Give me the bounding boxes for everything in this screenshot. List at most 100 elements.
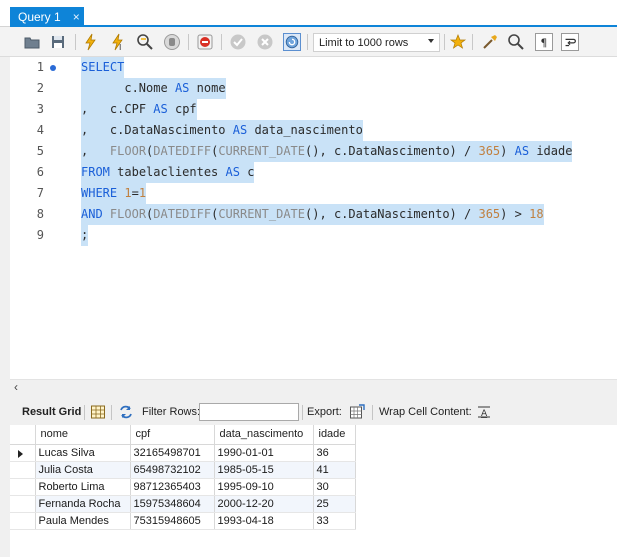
cell-idade[interactable]: 30 (313, 478, 356, 496)
refresh-icon[interactable] (118, 404, 134, 420)
svg-text:¶: ¶ (540, 36, 547, 49)
limit-rows-select[interactable]: Limit to 1000 rows (313, 33, 440, 52)
toolbar-separator (111, 405, 112, 420)
stop-icon[interactable] (163, 33, 181, 51)
code-line[interactable]: WHERE 1=1 (81, 183, 147, 204)
code-line[interactable]: , c.CPF AS cpf (81, 99, 197, 120)
tab-label: Query 1 (18, 10, 61, 24)
wrap-lines-icon[interactable] (561, 33, 579, 51)
row-selector[interactable] (10, 478, 36, 496)
cell-nome[interactable]: Lucas Silva (35, 444, 131, 462)
execute-current-icon[interactable]: I (109, 33, 127, 51)
limit-rows-value: Limit to 1000 rows (319, 36, 409, 49)
filter-rows-input[interactable] (199, 403, 299, 421)
line-number: 7 (36, 186, 44, 200)
cell-data-nascimento[interactable]: 2000-12-20 (214, 495, 314, 513)
cell-data-nascimento[interactable]: 1995-09-10 (214, 478, 314, 496)
row-selector[interactable] (10, 461, 36, 479)
code-line[interactable]: AND FLOOR(DATEDIFF(CURRENT_DATE(), c.Dat… (81, 204, 544, 225)
cell-idade[interactable]: 36 (313, 444, 356, 462)
chevron-down-icon (428, 39, 434, 43)
cell-cpf[interactable]: 32165498701 (130, 444, 215, 462)
table-row[interactable]: Paula Mendes 75315948605 1993-04-18 33 (10, 512, 356, 530)
line-number: 8 (36, 207, 44, 221)
cell-idade[interactable]: 33 (313, 512, 356, 530)
workbench-window: Query 1 × I Limit to 1000 rows ¶ 1 2 3 4… (0, 0, 617, 557)
column-header-idade[interactable]: idade (313, 425, 356, 445)
cell-idade[interactable]: 41 (313, 461, 356, 479)
result-table: nome cpf data_nascimento idade Lucas Sil… (10, 425, 356, 530)
cell-nome[interactable]: Fernanda Rocha (35, 495, 131, 513)
cell-nome[interactable]: Paula Mendes (35, 512, 131, 530)
invisible-chars-icon[interactable]: ¶ (535, 33, 553, 51)
explain-icon[interactable] (136, 33, 154, 51)
cell-cpf[interactable]: 75315948605 (130, 512, 215, 530)
table-row[interactable]: Julia Costa 65498732102 1985-05-15 41 (10, 461, 356, 479)
toolbar-separator (302, 405, 303, 420)
stop-on-error-icon[interactable] (196, 33, 214, 51)
rollback-icon[interactable] (256, 33, 274, 51)
code-line[interactable]: , c.DataNascimento AS data_nascimento (81, 120, 363, 141)
export-icon[interactable] (349, 404, 365, 420)
svg-text:A: A (481, 409, 488, 419)
open-folder-icon[interactable] (23, 33, 41, 51)
commit-icon[interactable] (229, 33, 247, 51)
sql-editor[interactable]: 1 2 3 4 5 6 7 8 9 SELECT c.Nome AS nome,… (10, 57, 617, 379)
find-icon[interactable] (507, 33, 525, 51)
line-number-gutter: 1 2 3 4 5 6 7 8 9 (10, 57, 56, 379)
table-row[interactable]: Lucas Silva 32165498701 1990-01-01 36 (10, 444, 356, 462)
execute-icon[interactable] (82, 33, 100, 51)
toolbar-separator (75, 34, 76, 50)
line-number: 5 (36, 144, 44, 158)
row-selector[interactable] (10, 512, 36, 530)
tab-strip: Query 1 × (0, 0, 617, 27)
result-grid-tab[interactable]: Result Grid (22, 406, 81, 418)
code-line[interactable]: SELECT (81, 57, 125, 78)
beautify-icon[interactable] (481, 33, 499, 51)
row-selector[interactable] (10, 495, 36, 513)
code-line[interactable]: FROM tabelaclientes AS c (81, 162, 255, 183)
code-line[interactable]: , FLOOR(DATEDIFF(CURRENT_DATE(), c.DataN… (81, 141, 573, 162)
cell-cpf[interactable]: 98712365403 (130, 478, 215, 496)
cell-idade[interactable]: 25 (313, 495, 356, 513)
column-header-data-nascimento[interactable]: data_nascimento (214, 425, 314, 445)
close-icon[interactable]: × (73, 10, 80, 24)
scroll-left-icon[interactable]: ‹ (14, 380, 18, 394)
toolbar-separator (221, 34, 222, 50)
current-row-pointer-icon (18, 449, 23, 458)
row-selector[interactable] (10, 444, 36, 462)
grid-view-icon[interactable] (90, 404, 106, 420)
wrap-cell-icon[interactable]: A (476, 404, 492, 420)
autocommit-toggle-icon[interactable] (283, 33, 301, 51)
add-snippet-icon[interactable] (449, 33, 467, 51)
code-line[interactable]: ; (81, 225, 89, 246)
table-row[interactable]: Roberto Lima 98712365403 1995-09-10 30 (10, 478, 356, 496)
toolbar-separator (372, 405, 373, 420)
horizontal-scrollbar[interactable]: ‹ (10, 379, 617, 394)
column-header-cpf[interactable]: cpf (130, 425, 215, 445)
line-number: 4 (36, 123, 44, 137)
column-header-nome[interactable]: nome (35, 425, 131, 445)
line-number: 2 (36, 81, 44, 95)
tab-query-1[interactable]: Query 1 × (10, 7, 84, 27)
line-number: 3 (36, 102, 44, 116)
toolbar-separator (444, 34, 445, 50)
toolbar-separator (307, 34, 308, 50)
cell-data-nascimento[interactable]: 1985-05-15 (214, 461, 314, 479)
cell-data-nascimento[interactable]: 1993-04-18 (214, 512, 314, 530)
cell-nome[interactable]: Roberto Lima (35, 478, 131, 496)
svg-text:I: I (119, 43, 121, 51)
row-header-corner (10, 425, 36, 445)
cell-nome[interactable]: Julia Costa (35, 461, 131, 479)
filter-rows-label: Filter Rows: (142, 406, 201, 418)
save-icon[interactable] (49, 33, 67, 51)
code-line[interactable]: c.Nome AS nome (81, 78, 226, 99)
cell-cpf[interactable]: 65498732102 (130, 461, 215, 479)
result-grid[interactable]: nome cpf data_nascimento idade Lucas Sil… (10, 425, 617, 557)
cell-data-nascimento[interactable]: 1990-01-01 (214, 444, 314, 462)
line-number: 1 (36, 60, 44, 74)
table-row[interactable]: Fernanda Rocha 15975348604 2000-12-20 25 (10, 495, 356, 513)
statement-marker-icon (50, 65, 56, 71)
toolbar-separator (84, 405, 85, 420)
cell-cpf[interactable]: 15975348604 (130, 495, 215, 513)
